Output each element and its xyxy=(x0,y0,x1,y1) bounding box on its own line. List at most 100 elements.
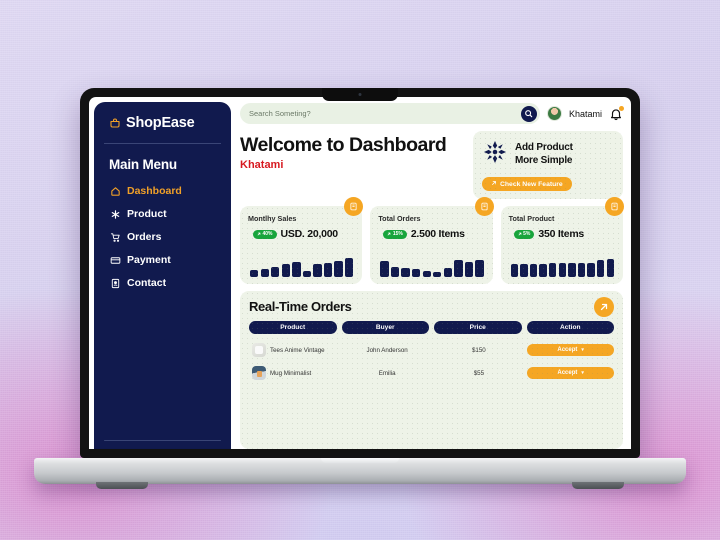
sidebar-item-label: Contact xyxy=(127,277,167,289)
stat-cards: Montlhy Sales 40% USD. 20,000 Total Orde… xyxy=(240,197,624,284)
arrow-up-right-icon[interactable] xyxy=(594,297,614,317)
accept-button[interactable]: Accept ▾ xyxy=(527,344,614,356)
bar-2 xyxy=(520,263,528,277)
sidebar-item-dashboard[interactable]: Dashboard xyxy=(94,185,231,197)
sidebar-item-orders[interactable]: Orders xyxy=(94,231,231,243)
asterisk-icon xyxy=(109,208,121,220)
welcome-block: Welcome to Dashboard Khatami xyxy=(240,131,465,171)
stat-delta-badge: 40% xyxy=(253,229,277,239)
sidebar: ShopEase Main Menu Dashboard Product Ord… xyxy=(94,102,231,449)
bag-icon xyxy=(109,117,121,129)
base-notch xyxy=(321,458,399,463)
stat-value-row: 15% 2.500 Items xyxy=(378,228,484,240)
search-icon[interactable] xyxy=(520,105,537,122)
laptop-foot-left xyxy=(96,482,148,489)
stat-card-total-orders: Total Orders 15% 2.500 Items xyxy=(370,197,494,284)
check-new-feature-button[interactable]: Check New Feature xyxy=(482,177,572,191)
cell-buyer: Emilia xyxy=(378,369,396,377)
sidebar-item-contact[interactable]: Contact xyxy=(94,277,231,289)
bar-9 xyxy=(587,262,595,277)
sidebar-item-payment[interactable]: Payment xyxy=(94,254,231,266)
hero-section: Welcome to Dashboard Khatami Add Product… xyxy=(240,131,623,199)
column-header-buyer[interactable]: Buyer xyxy=(341,321,429,334)
search-bar[interactable]: Search Someting? xyxy=(240,103,540,124)
bar-4 xyxy=(539,263,547,277)
card-action-icon[interactable] xyxy=(604,197,624,216)
webcam-notch xyxy=(322,88,398,101)
card-action-icon[interactable] xyxy=(474,197,494,216)
sparkline-chart xyxy=(248,258,354,284)
accept-button[interactable]: Accept ▾ xyxy=(527,367,614,379)
stat-card-monthly-sales: Montlhy Sales 40% USD. 20,000 xyxy=(240,197,364,284)
sidebar-item-product[interactable]: Product xyxy=(94,208,231,220)
cell-product: Tees Anime Vintage xyxy=(249,343,339,357)
brand-name: ShopEase xyxy=(126,115,195,131)
contact-icon xyxy=(109,277,121,289)
sidebar-nav: Dashboard Product Orders Payment Contact xyxy=(94,172,231,289)
column-header-product[interactable]: Product xyxy=(249,321,337,334)
bar-3 xyxy=(271,266,280,277)
stat-value: 350 Items xyxy=(538,228,585,240)
column-header-price[interactable]: Price xyxy=(434,321,522,334)
stat-label: Montlhy Sales xyxy=(248,214,297,223)
bar-2 xyxy=(390,267,400,277)
card-icon xyxy=(109,254,121,266)
sidebar-bottom-divider xyxy=(104,439,221,441)
tshirt-thumbnail xyxy=(252,343,266,357)
bar-8 xyxy=(577,262,586,277)
bar-1 xyxy=(250,269,259,277)
pinwheel-icon xyxy=(482,139,508,170)
bar-7 xyxy=(443,267,452,277)
search-placeholder: Search Someting? xyxy=(249,109,311,118)
laptop-mockup: ShopEase Main Menu Dashboard Product Ord… xyxy=(0,0,720,540)
cart-icon xyxy=(109,231,121,243)
stat-value-row: 5% 350 Items xyxy=(509,228,615,240)
mug-thumbnail xyxy=(252,366,266,380)
bar-6 xyxy=(302,271,312,277)
stat-value-row: 40% USD. 20,000 xyxy=(248,228,354,240)
home-icon xyxy=(109,185,121,197)
bar-1 xyxy=(510,263,519,277)
chevron-down-icon: ▾ xyxy=(581,370,584,376)
check-new-feature-label: Check New Feature xyxy=(500,180,563,188)
notification-dot xyxy=(619,105,624,111)
promo-card[interactable]: Add Product More Simple Check New Featur… xyxy=(473,131,623,199)
bar-2 xyxy=(260,269,269,277)
stat-label: Total Orders xyxy=(378,214,421,223)
user-name: Khatami xyxy=(568,108,602,119)
bar-1 xyxy=(380,261,389,277)
bar-8 xyxy=(454,260,463,277)
stat-delta-value: 40% xyxy=(262,231,273,237)
promo-line-2: More Simple xyxy=(515,154,573,166)
real-time-orders-panel: Real-Time Orders Product Buyer Price Act… xyxy=(240,291,623,449)
avatar[interactable] xyxy=(546,106,562,121)
bar-9 xyxy=(464,262,474,277)
stat-delta-badge: 15% xyxy=(383,229,407,239)
card-action-icon[interactable] xyxy=(344,197,364,216)
bar-5 xyxy=(292,262,301,277)
chevron-down-icon: ▾ xyxy=(581,347,584,353)
sparkline-chart xyxy=(509,258,615,284)
page-subtitle: Khatami xyxy=(240,159,284,172)
bar-4 xyxy=(411,269,421,277)
table-row: Tees Anime Vintage John Anderson $150 Ac… xyxy=(249,343,614,357)
product-name: Tees Anime Vintage xyxy=(270,346,325,354)
bar-7 xyxy=(568,262,576,277)
accept-label: Accept xyxy=(557,347,578,353)
cell-price: $150 xyxy=(471,346,486,354)
bar-6 xyxy=(558,263,567,277)
promo-line-1: Add Product xyxy=(515,142,573,154)
dashboard-app: ShopEase Main Menu Dashboard Product Ord… xyxy=(89,97,631,449)
bell-icon[interactable] xyxy=(609,105,624,121)
column-header-action[interactable]: Action xyxy=(526,321,614,334)
bar-9 xyxy=(334,261,343,277)
cell-product: Mug Minimalist xyxy=(249,366,339,380)
bar-6 xyxy=(433,272,442,277)
bar-11 xyxy=(606,258,614,277)
bar-8 xyxy=(323,263,333,277)
cell-buyer: John Anderson xyxy=(366,346,408,354)
bar-7 xyxy=(313,264,322,277)
promo-text: Add Product More Simple xyxy=(515,142,573,166)
sidebar-item-label: Payment xyxy=(127,254,171,266)
arrow-up-right-icon xyxy=(491,180,497,188)
